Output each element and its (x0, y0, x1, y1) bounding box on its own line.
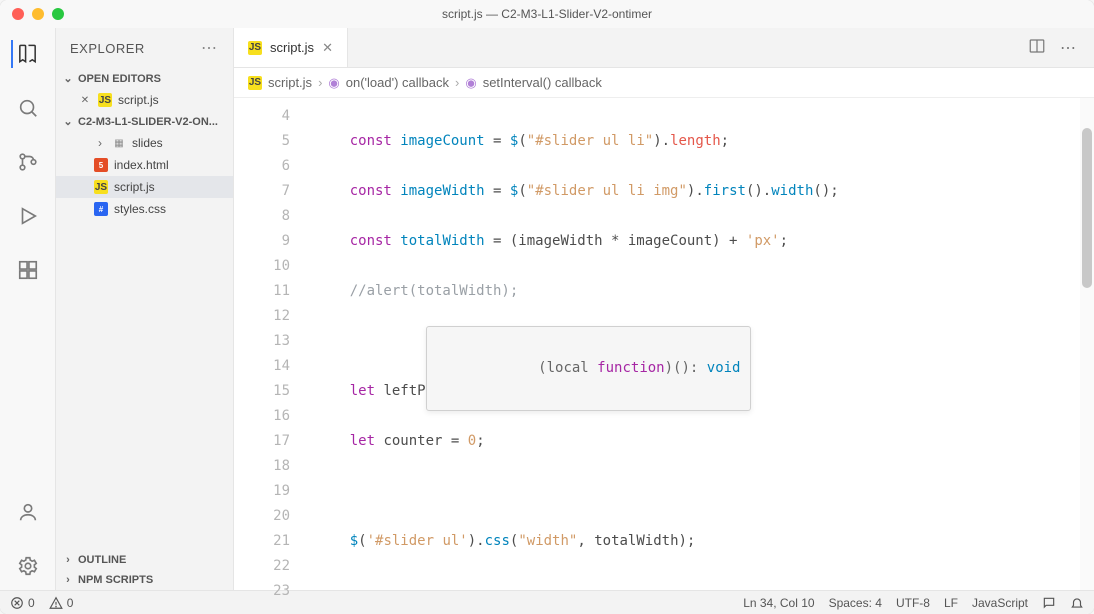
activity-bar (0, 28, 56, 590)
overview-ruler[interactable] (1080, 98, 1094, 590)
hover-tooltip: (local function)(): void (426, 326, 751, 411)
js-file-icon: JS (94, 180, 108, 194)
status-errors[interactable]: 0 (10, 596, 35, 610)
tree-item-file[interactable]: 5 index.html (56, 154, 233, 176)
js-file-icon: JS (248, 41, 262, 55)
extensions-icon[interactable] (14, 256, 42, 284)
js-file-icon: JS (248, 76, 262, 90)
html-file-icon: 5 (94, 158, 108, 172)
error-icon (10, 596, 24, 610)
chevron-down-icon: ⌄ (62, 72, 74, 85)
sidebar: EXPLORER ⋯ ⌄ OPEN EDITORS ✕ JS script.js… (56, 28, 234, 590)
chevron-right-icon: › (94, 136, 106, 150)
chevron-right-icon: › (455, 75, 459, 90)
chevron-right-icon: › (318, 75, 322, 90)
line-number-gutter: 456 789 101112 131415 161718 192021 2223 (234, 98, 308, 590)
settings-gear-icon[interactable] (14, 552, 42, 580)
search-icon[interactable] (14, 94, 42, 122)
symbol-icon: ◉ (465, 75, 476, 91)
tree-item-file[interactable]: # styles.css (56, 198, 233, 220)
css-file-icon: # (94, 202, 108, 216)
js-file-icon: JS (98, 93, 112, 107)
section-npm-scripts[interactable]: › NPM SCRIPTS (56, 570, 233, 590)
source-control-icon[interactable] (14, 148, 42, 176)
warning-icon (49, 596, 63, 610)
titlebar: script.js — C2-M3-L1-Slider-V2-ontimer (0, 0, 1094, 28)
chevron-right-icon: › (62, 574, 74, 586)
split-editor-icon[interactable] (1028, 37, 1046, 58)
open-editor-item[interactable]: ✕ JS script.js (56, 89, 233, 111)
editor-area: JS script.js ✕ ⋯ JS script.js › ◉ on('lo… (234, 28, 1094, 590)
tree-item-file[interactable]: JS script.js (56, 176, 233, 198)
close-icon[interactable]: ✕ (322, 40, 333, 56)
section-open-editors[interactable]: ⌄ OPEN EDITORS (56, 68, 233, 89)
status-warnings[interactable]: 0 (49, 596, 74, 610)
breadcrumb[interactable]: JS script.js › ◉ on('load') callback › ◉… (234, 68, 1094, 98)
chevron-down-icon: ⌄ (62, 115, 74, 128)
window-maximize-button[interactable] (52, 8, 64, 20)
folder-icon: ▦ (112, 136, 126, 150)
window-close-button[interactable] (12, 8, 24, 20)
code-editor[interactable]: const imageCount = $("#slider ul li").le… (308, 98, 1094, 590)
window-minimize-button[interactable] (32, 8, 44, 20)
accounts-icon[interactable] (14, 498, 42, 526)
sidebar-title: EXPLORER (70, 41, 145, 56)
section-workspace[interactable]: ⌄ C2-M3-L1-SLIDER-V2-ON... (56, 111, 233, 132)
tree-item-folder[interactable]: › ▦ slides (56, 132, 233, 154)
window-title: script.js — C2-M3-L1-Slider-V2-ontimer (0, 7, 1094, 21)
close-icon[interactable]: ✕ (78, 93, 92, 107)
chevron-right-icon: › (62, 554, 74, 566)
section-outline[interactable]: › OUTLINE (56, 550, 233, 570)
sidebar-more-icon[interactable]: ⋯ (201, 38, 219, 58)
tab-bar: JS script.js ✕ ⋯ (234, 28, 1094, 68)
symbol-icon: ◉ (328, 75, 339, 91)
run-debug-icon[interactable] (14, 202, 42, 230)
tab-script-js[interactable]: JS script.js ✕ (234, 28, 348, 67)
more-actions-icon[interactable]: ⋯ (1060, 38, 1078, 58)
explorer-icon[interactable] (11, 40, 39, 68)
